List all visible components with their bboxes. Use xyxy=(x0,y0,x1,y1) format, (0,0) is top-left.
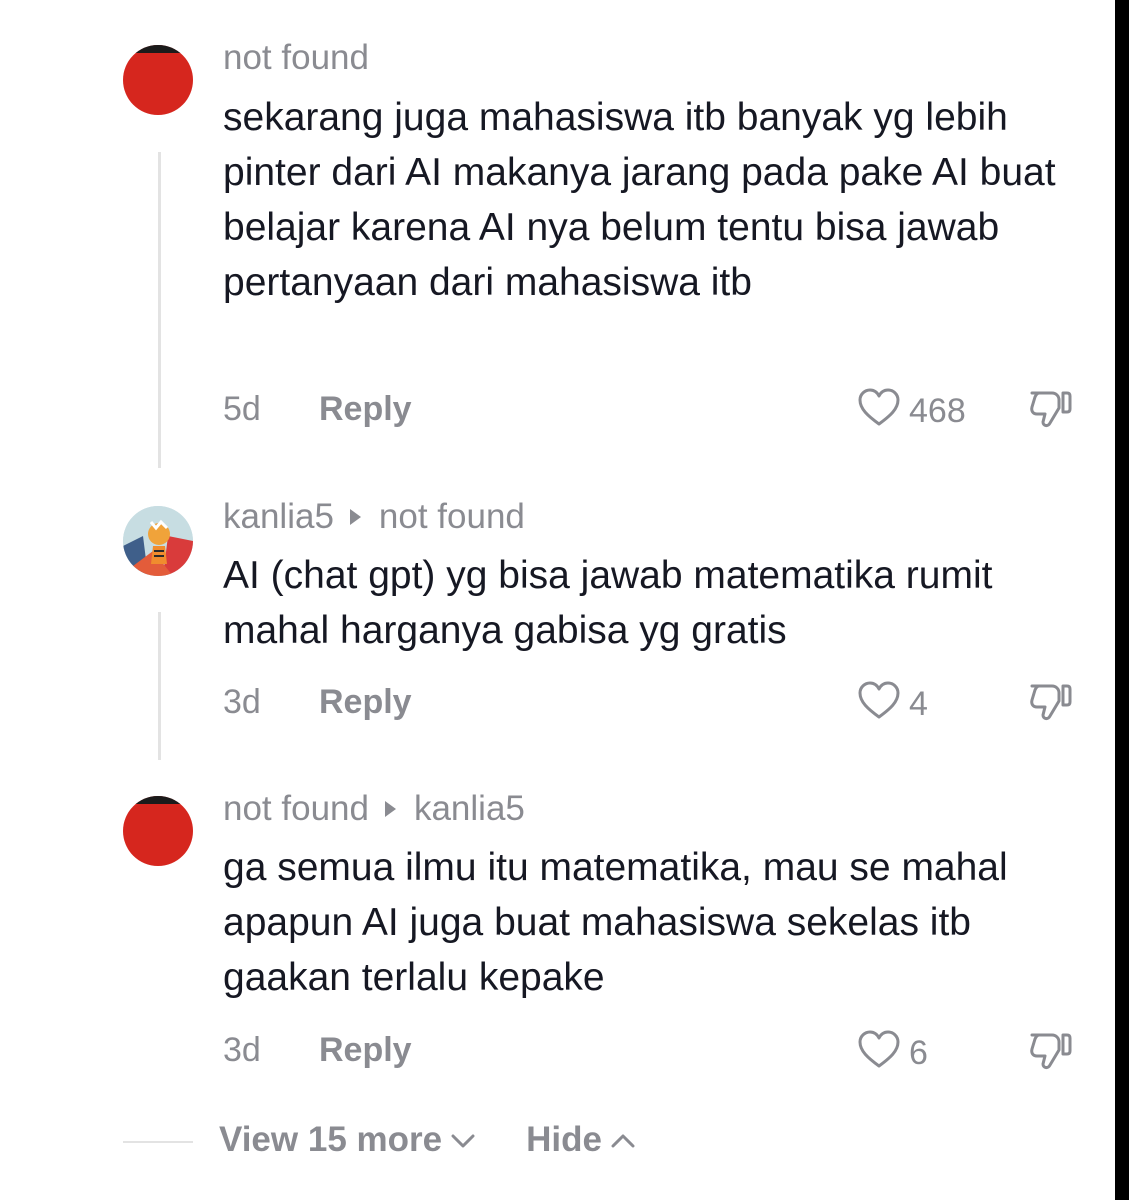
comment-age: 3d xyxy=(223,1031,261,1069)
like-count: 6 xyxy=(909,1034,928,1072)
chevron-up-icon xyxy=(602,1120,636,1160)
dislike-button[interactable] xyxy=(1026,1027,1076,1082)
comment-text: AI (chat gpt) yg bisa jawab matematika r… xyxy=(223,554,993,652)
reply-to-username[interactable]: not found xyxy=(379,497,525,537)
reply-to-username[interactable]: kanlia5 xyxy=(414,789,525,829)
like-button[interactable]: 468 xyxy=(857,387,966,436)
dislike-button[interactable] xyxy=(1026,678,1076,733)
right-edge-bar xyxy=(1115,0,1129,1200)
like-count: 468 xyxy=(909,392,966,430)
thumbs-down-icon xyxy=(1026,684,1076,732)
heart-outline-icon xyxy=(857,387,909,436)
comment-meta: 3d Reply xyxy=(223,1031,412,1070)
chevron-down-icon xyxy=(442,1120,476,1160)
comment-age: 3d xyxy=(223,683,261,721)
avatar[interactable] xyxy=(123,506,193,576)
comment-author[interactable]: kanlia5 not found xyxy=(223,497,525,537)
comment-author[interactable]: not found kanlia5 xyxy=(223,789,525,829)
like-count: 4 xyxy=(909,685,928,723)
reply-button[interactable]: Reply xyxy=(319,683,412,722)
hide-button[interactable]: Hide xyxy=(526,1120,636,1160)
hide-label: Hide xyxy=(526,1120,602,1159)
heart-outline-icon xyxy=(857,680,909,729)
username[interactable]: not found xyxy=(223,789,369,829)
dislike-button[interactable] xyxy=(1026,385,1076,440)
thread-line xyxy=(158,152,161,468)
comment-author[interactable]: not found xyxy=(223,38,369,78)
view-more-button[interactable]: View 15 more xyxy=(219,1120,476,1160)
avatar[interactable] xyxy=(123,45,193,115)
comment-meta: 3d Reply xyxy=(223,683,412,722)
username[interactable]: not found xyxy=(223,38,369,78)
comment-meta: 5d Reply xyxy=(223,390,412,429)
thread-line xyxy=(158,612,161,760)
like-button[interactable]: 4 xyxy=(857,680,928,729)
avatar-illustration xyxy=(123,506,193,576)
comment-text: sekarang juga mahasiswa itb banyak yg le… xyxy=(223,96,1056,304)
like-button[interactable]: 6 xyxy=(857,1029,928,1078)
comment-text: ga semua ilmu itu matematika, mau se mah… xyxy=(223,846,1008,999)
caret-right-icon xyxy=(384,801,396,817)
reply-button[interactable]: Reply xyxy=(319,1031,412,1070)
replies-footer: View 15 more Hide xyxy=(219,1120,636,1160)
caret-right-icon xyxy=(349,509,361,525)
view-more-label: View 15 more xyxy=(219,1120,443,1159)
comment-age: 5d xyxy=(223,390,261,428)
reply-button[interactable]: Reply xyxy=(319,390,412,429)
thumbs-down-icon xyxy=(1026,391,1076,439)
thumbs-down-icon xyxy=(1026,1033,1076,1081)
username[interactable]: kanlia5 xyxy=(223,497,334,537)
heart-outline-icon xyxy=(857,1029,909,1078)
footer-divider xyxy=(123,1141,193,1143)
avatar[interactable] xyxy=(123,796,193,866)
